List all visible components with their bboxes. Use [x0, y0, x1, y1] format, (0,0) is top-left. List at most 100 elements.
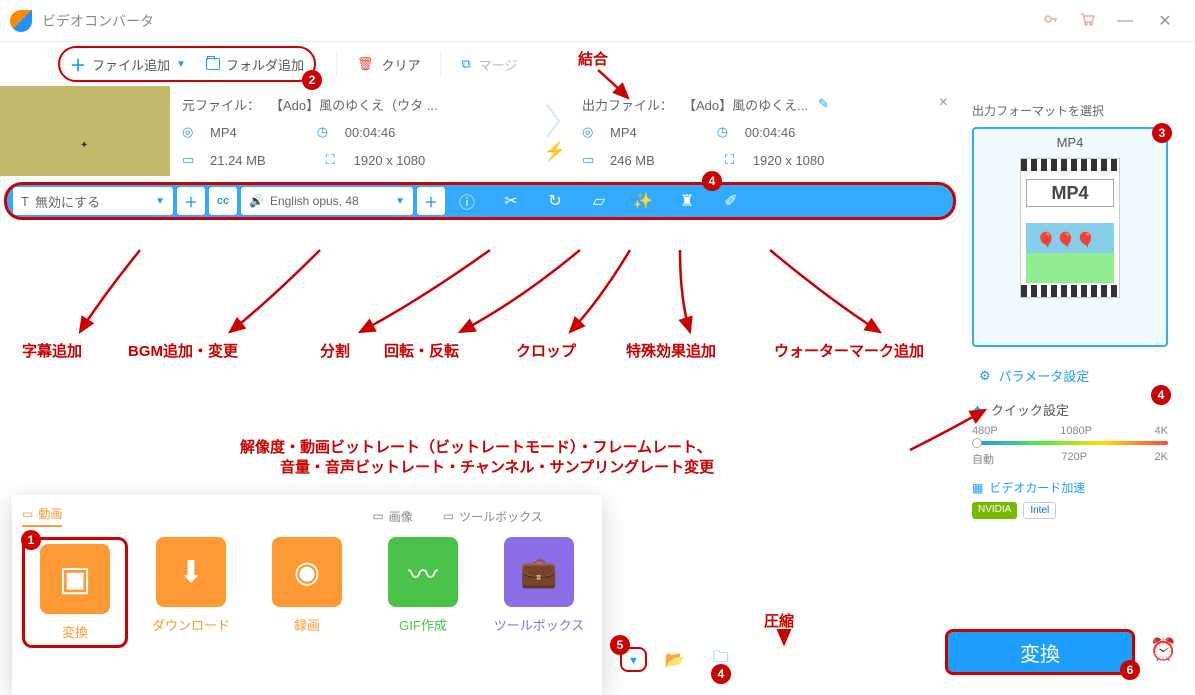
speaker-icon: 🔊 [249, 194, 264, 208]
clock-icon: ◷ [717, 124, 735, 140]
add-subtitle-button[interactable]: ＋ [177, 187, 205, 215]
output-resolution: 1920 x 1080 [753, 153, 825, 168]
app-title: ビデオコンバータ [42, 11, 1033, 31]
output-format-box[interactable]: MP4 MP4 3 [972, 127, 1168, 347]
video-icon: ▭ [22, 507, 33, 521]
chip-icon: ▦ [972, 481, 983, 495]
image-icon: ▭ [372, 509, 383, 523]
nvidia-badge: NVIDIA [972, 502, 1017, 519]
cat-download[interactable]: ⬇ ダウンロード [138, 537, 244, 648]
minimize-button[interactable]: — [1105, 12, 1145, 30]
cat-gif[interactable]: 〰 GIF作成 [370, 537, 476, 648]
file-add-group: ＋ ファイル追加 ▼ フォルダ追加 2 [58, 46, 316, 82]
plus-icon: ＋ [70, 52, 86, 76]
merge-button[interactable]: マージ [479, 55, 518, 74]
tab-video[interactable]: ▭動画 [22, 505, 62, 527]
format-icon: ◎ [182, 124, 200, 140]
trash-icon: 🗑 [357, 56, 374, 72]
source-file-label: 元ファイル： [182, 95, 260, 114]
cut-icon[interactable]: ✂ [489, 191, 533, 211]
category-tabs: ▭動画 ▭画像 ▭ツールボックス [22, 505, 592, 527]
annotation-rotate: 回転・反転 [384, 340, 459, 361]
convert-icon: ▣ [40, 544, 110, 614]
source-size: 21.24 MB [210, 153, 266, 168]
format-label: MP4 [980, 135, 1160, 150]
annotation-crop: クロップ [516, 340, 576, 361]
output-format: MP4 [610, 125, 637, 140]
folder-icon: ▭ [582, 152, 600, 168]
cart-icon[interactable] [1069, 11, 1105, 30]
output-format-title: 出力フォーマットを選択 [972, 102, 1168, 119]
record-icon: ◉ [272, 537, 342, 607]
convert-button[interactable]: 変換 6 [945, 629, 1135, 675]
add-file-button[interactable]: ファイル追加 [92, 55, 170, 74]
parameter-settings-button[interactable]: ⚙ パラメータ設定 4 [972, 359, 1168, 392]
format-icon: ◎ [582, 124, 600, 140]
annotation-badge-6: 6 [1120, 660, 1140, 680]
effect-icon[interactable]: ✨ [621, 191, 665, 211]
annotation-merge: 結合 [578, 48, 608, 69]
annotation-badge-4: 4 [1151, 385, 1171, 405]
key-icon[interactable] [1033, 11, 1069, 30]
crop-icon[interactable]: ▱ [577, 191, 621, 211]
add-audio-button[interactable]: ＋ [417, 187, 445, 215]
annotation-bgm: BGM追加・変更 [128, 340, 238, 361]
annotation-watermark: ウォーターマーク追加 [774, 340, 924, 361]
resolution-slider[interactable] [972, 441, 1168, 445]
edit-pencil-icon[interactable]: ✎ [818, 96, 829, 112]
annotation-compress: 圧縮 [764, 610, 794, 631]
annotation-split: 分割 [320, 340, 350, 361]
chevron-down-icon: ▼ [395, 196, 405, 207]
audio-track-value: English opus, 48 [270, 194, 359, 208]
close-button[interactable]: ✕ [1145, 11, 1185, 31]
watermark-stamp-icon[interactable]: ♜ [665, 191, 709, 211]
titlebar: ビデオコンバータ — ✕ [0, 0, 1195, 42]
tab-toolbox[interactable]: ▭ツールボックス [443, 505, 543, 527]
info-icon[interactable]: ⓘ [445, 189, 489, 213]
sidebar: 出力フォーマットを選択 MP4 MP4 3 ⚙ パラメータ設定 4 ✦ クイック… [960, 86, 1180, 527]
resolution-icon: ⛶ [326, 152, 344, 168]
separator [440, 52, 441, 76]
annotation-badge-5: 5 [610, 635, 630, 655]
app-logo-icon [10, 10, 32, 32]
subtitle-select[interactable]: T 無効にする ▼ [13, 187, 173, 215]
cat-record[interactable]: ◉ 録画 [254, 537, 360, 648]
gpu-accel: ▦ ビデオカード加速 [972, 479, 1168, 496]
chevron-down-icon[interactable]: ▼ [176, 59, 186, 70]
add-folder-button[interactable]: フォルダ追加 [226, 55, 304, 74]
cat-convert[interactable]: 1 ▣ 変換 [22, 537, 128, 648]
resolution-icon: ⛶ [725, 152, 743, 168]
annotation-badge-4: 4 [702, 171, 722, 191]
rotate-icon[interactable]: ↻ [533, 191, 577, 211]
clock-icon[interactable]: ⏰ [1150, 637, 1177, 663]
video-thumbnail[interactable] [0, 86, 170, 176]
category-popup: ▭動画 ▭画像 ▭ツールボックス 1 ▣ 変換 ⬇ ダウンロード ◉ 録画 〰 … [12, 495, 602, 695]
cat-toolbox[interactable]: 💼 ツールボックス [486, 537, 592, 648]
output-size: 246 MB [610, 153, 655, 168]
source-file-name: 【Ado】風のゆくえ（ウタ ... [270, 95, 438, 114]
folder-icon: ▭ [182, 152, 200, 168]
audio-track-select[interactable]: 🔊 English opus, 48 ▼ [241, 187, 413, 215]
open-folder-button[interactable]: 📂 [657, 650, 693, 670]
clear-button[interactable]: クリア [381, 55, 420, 74]
edit-toolbar: T 無効にする ▼ ＋ cc 🔊 English opus, 48 ▼ ＋ ⓘ … [4, 182, 956, 220]
output-file-label: 出力ファイル： [582, 95, 673, 114]
output-file-name: 【Ado】風のゆくえ... [683, 95, 808, 114]
annotation-badge-4: 4 [711, 664, 731, 684]
lightning-icon: ⚡ [544, 141, 566, 162]
arrow-right-icon [545, 101, 565, 141]
chevron-down-icon: ▼ [155, 196, 165, 207]
remove-file-button[interactable]: × [939, 94, 948, 112]
source-format: MP4 [210, 125, 237, 140]
tab-image[interactable]: ▭画像 [372, 505, 412, 527]
toolbox-icon: ▭ [443, 509, 454, 523]
annotation-badge-1: 1 [21, 530, 41, 550]
watermark-text-icon[interactable]: ✐ [709, 191, 753, 211]
cc-button[interactable]: cc [209, 187, 237, 215]
output-path-dropdown[interactable]: ▼ 5 [620, 647, 647, 672]
resolution-labels-bottom: 自動720P2K [972, 451, 1168, 467]
file-row: 元ファイル：【Ado】風のゆくえ（ウタ ... ◎MP4◷00:04:46 ▭2… [0, 86, 960, 176]
clock-icon: ◷ [317, 124, 335, 140]
intel-badge: Intel [1023, 502, 1056, 519]
annotation-param-line2: 音量・音声ビットレート・チャンネル・サンプリングレート変更 [280, 456, 714, 477]
